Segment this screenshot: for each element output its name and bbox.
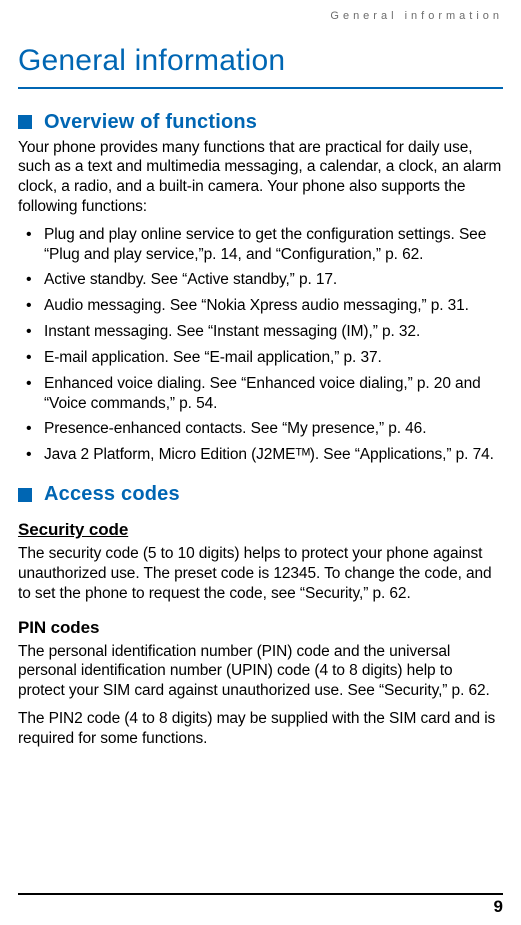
list-item: E-mail application. See “E-mail applicat…: [26, 348, 503, 368]
section-heading-access-codes: Access codes: [18, 483, 503, 506]
subheading-security-code: Security code: [18, 520, 503, 540]
section-heading-overview-label: Overview of functions: [44, 111, 257, 134]
page-number: 9: [494, 893, 503, 917]
pin-codes-text-1: The personal identification number (PIN)…: [18, 642, 503, 701]
subheading-pin-codes: PIN codes: [18, 618, 503, 638]
running-header: General information: [18, 10, 503, 22]
security-code-text: The security code (5 to 10 digits) helps…: [18, 544, 503, 603]
square-bullet-icon: [18, 115, 32, 129]
pin-codes-text-2: The PIN2 code (4 to 8 digits) may be sup…: [18, 709, 503, 749]
list-item: Java 2 Platform, Micro Edition (J2MEᵀᴹ).…: [26, 445, 503, 465]
square-bullet-icon: [18, 488, 32, 502]
overview-intro-text: Your phone provides many functions that …: [18, 138, 503, 217]
list-item: Plug and play online service to get the …: [26, 225, 503, 265]
list-item: Enhanced voice dialing. See “Enhanced vo…: [26, 374, 503, 414]
overview-bullet-list: Plug and play online service to get the …: [18, 225, 503, 465]
section-heading-access-codes-label: Access codes: [44, 483, 180, 506]
section-heading-overview: Overview of functions: [18, 111, 503, 134]
list-item: Audio messaging. See “Nokia Xpress audio…: [26, 296, 503, 316]
list-item: Presence-enhanced contacts. See “My pres…: [26, 419, 503, 439]
list-item: Instant messaging. See “Instant messagin…: [26, 322, 503, 342]
page-container: General information General information …: [0, 0, 521, 925]
list-item: Active standby. See “Active standby,” p.…: [26, 270, 503, 290]
page-title: General information: [18, 44, 503, 89]
page-number-divider: [18, 893, 503, 895]
